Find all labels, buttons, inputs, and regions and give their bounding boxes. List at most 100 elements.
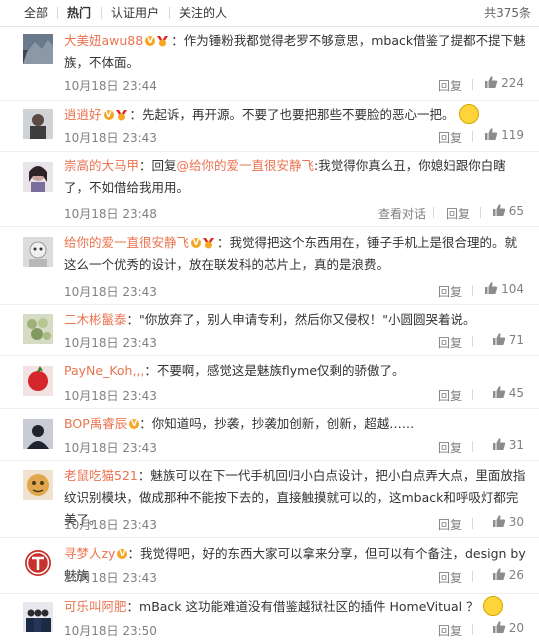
reply-button[interactable]: 回复 [438,622,462,639]
avatar[interactable] [23,109,53,139]
vip-badge-icon: V [145,35,156,46]
comment-username[interactable]: BOP禹睿辰 [64,416,127,431]
like-count: 20 [508,621,524,635]
thumbs-up-icon [492,385,505,398]
thumbs-up-icon [485,127,498,140]
comment-username[interactable]: PayNe_Koh,,, [64,363,144,378]
comment-time: 10月18日 23:48 [64,207,157,221]
mention-link[interactable]: @给你的爱一直很安静飞 [177,158,315,173]
like-button[interactable]: 45 [492,385,524,401]
avatar[interactable] [23,419,53,449]
action-divider [472,131,473,142]
like-button[interactable]: 119 [484,127,524,143]
comment-body: ："你放弃了，别人申请专利，然后你又侵权！"小圆圆哭着说。 [126,312,476,327]
thumbs-up-icon [492,567,505,580]
comment-body: ：你知道吗，抄袭，抄袭加创新，创新，超越…… [139,416,415,431]
tab-divider [101,7,102,19]
comment-meta: 10月18日 23:48 查看对话 回复 65 [64,203,526,221]
like-count: 65 [508,204,524,218]
comment-username[interactable]: 给你的爱一直很安静飞 [64,235,189,250]
tab-hot[interactable]: 热门 [67,6,91,20]
reply-button[interactable]: 回复 [438,77,462,94]
avatar[interactable] [23,314,53,344]
comment-body: ：不要啊，感觉这是魅族flyme仅剩的骄傲了。 [144,363,405,378]
action-divider [472,389,473,400]
reply-button[interactable]: 回复 [438,569,462,586]
comment-time: 10月18日 23:43 [64,441,157,455]
like-button[interactable]: 104 [484,281,524,297]
like-count: 71 [508,333,524,347]
comment-username[interactable]: 二木彬鬣泰 [64,312,127,327]
like-button[interactable]: 30 [492,514,524,530]
reply-button[interactable]: 回复 [438,439,462,456]
like-button[interactable]: 71 [492,332,524,348]
comment-username[interactable]: 崇高的大马甲 [64,158,139,173]
reply-button[interactable]: 回复 [446,205,470,222]
comment-item: 崇高的大马甲：回复@给你的爱一直很安静飞:我觉得你真么丑，你媳妇跟你白瞎了，不如… [0,152,539,227]
comment-time: 10月18日 23:44 [64,79,157,93]
comment-item: BOP禹睿辰 V ：你知道吗，抄袭，抄袭加创新，创新，超越…… 10月18日 23:… [0,409,539,461]
action-divider [472,285,473,296]
tab-verified-users[interactable]: 认证用户 [111,6,159,20]
action-divider [472,336,473,347]
like-button[interactable]: 26 [492,567,524,583]
comment-item: 寻梦人zy V ：我觉得吧，好的东西大家可以拿来分享，但可以有个备注，design … [0,538,539,594]
avatar[interactable] [23,548,53,578]
like-count: 26 [508,568,524,582]
avatar[interactable] [23,602,53,632]
like-button[interactable]: 224 [484,75,524,91]
smile-emoji-icon [482,595,503,616]
like-button[interactable]: 20 [492,620,524,636]
comment-username[interactable]: 可乐叫阿肥 [64,599,127,614]
tab-following[interactable]: 关注的人 [179,6,227,20]
action-divider [472,79,473,90]
like-button[interactable]: 65 [492,203,524,219]
comment-username[interactable]: 逍逍好 [64,107,102,122]
like-count: 119 [501,128,524,142]
comment-username[interactable]: 寻梦人zy [64,546,115,561]
comment-time: 10月18日 23:43 [64,518,157,532]
comment-text: BOP禹睿辰 V ：你知道吗，抄袭，抄袭加创新，创新，超越…… [64,413,526,435]
comment-time: 10月18日 23:43 [64,389,157,403]
comment-text: 崇高的大马甲：回复@给你的爱一直很安静飞:我觉得你真么丑，你媳妇跟你白瞎了，不如… [64,155,526,199]
vip-badge-icon: V [103,109,114,120]
like-button[interactable]: 31 [492,437,524,453]
reply-prefix: ：回复 [139,158,177,173]
avatar[interactable] [23,162,53,192]
vip-badge-icon: V [129,418,140,429]
reply-button[interactable]: 回复 [438,516,462,533]
comment-body: ：mBack 这功能难道没有借鉴越狱社区的插件 HomeVitual ？ [126,599,479,614]
view-conversation-button[interactable]: 查看对话 [378,205,426,222]
reply-button[interactable]: 回复 [438,387,462,404]
action-divider [472,571,473,582]
reply-button[interactable]: 回复 [438,283,462,300]
like-count: 45 [508,386,524,400]
thumbs-up-icon [492,620,505,633]
comment-time: 10月18日 23:43 [64,571,157,585]
reply-button[interactable]: 回复 [438,334,462,351]
thumbs-up-icon [492,203,505,216]
avatar[interactable] [23,366,53,396]
avatar[interactable] [23,34,53,64]
tab-all[interactable]: 全部 [24,6,48,20]
like-count: 31 [508,438,524,452]
vip-badge-icon: V [191,237,202,248]
comment-meta: 10月18日 23:44 回复 224 [64,75,526,93]
avatar[interactable] [23,237,53,267]
comment-meta: 10月18日 23:43 回复 30 [64,514,526,532]
comment-meta: 10月18日 23:43 回复 45 [64,385,526,403]
comment-time: 10月18日 23:43 [64,336,157,350]
member-medal-icon [115,109,127,120]
like-count: 104 [501,282,524,296]
comment-body: ：先起诉，再开源。不要了也要把那些不要脸的恶心一把。 [129,107,455,122]
thumbs-up-icon [492,437,505,450]
comment-meta: 10月18日 23:43 回复 104 [64,281,526,299]
avatar[interactable] [23,470,53,500]
comment-item: 可乐叫阿肥：mBack 这功能难道没有借鉴越狱社区的插件 HomeVitual … [0,594,539,643]
comment-username[interactable]: 老鼠吃猫521 [64,468,138,483]
comment-meta: 10月18日 23:43 回复 31 [64,437,526,455]
comment-username[interactable]: 大美妞awu88 [64,33,143,48]
comment-total-count: 共375条 [484,6,531,20]
reply-button[interactable]: 回复 [438,129,462,146]
vip-badge-icon: V [117,548,128,559]
